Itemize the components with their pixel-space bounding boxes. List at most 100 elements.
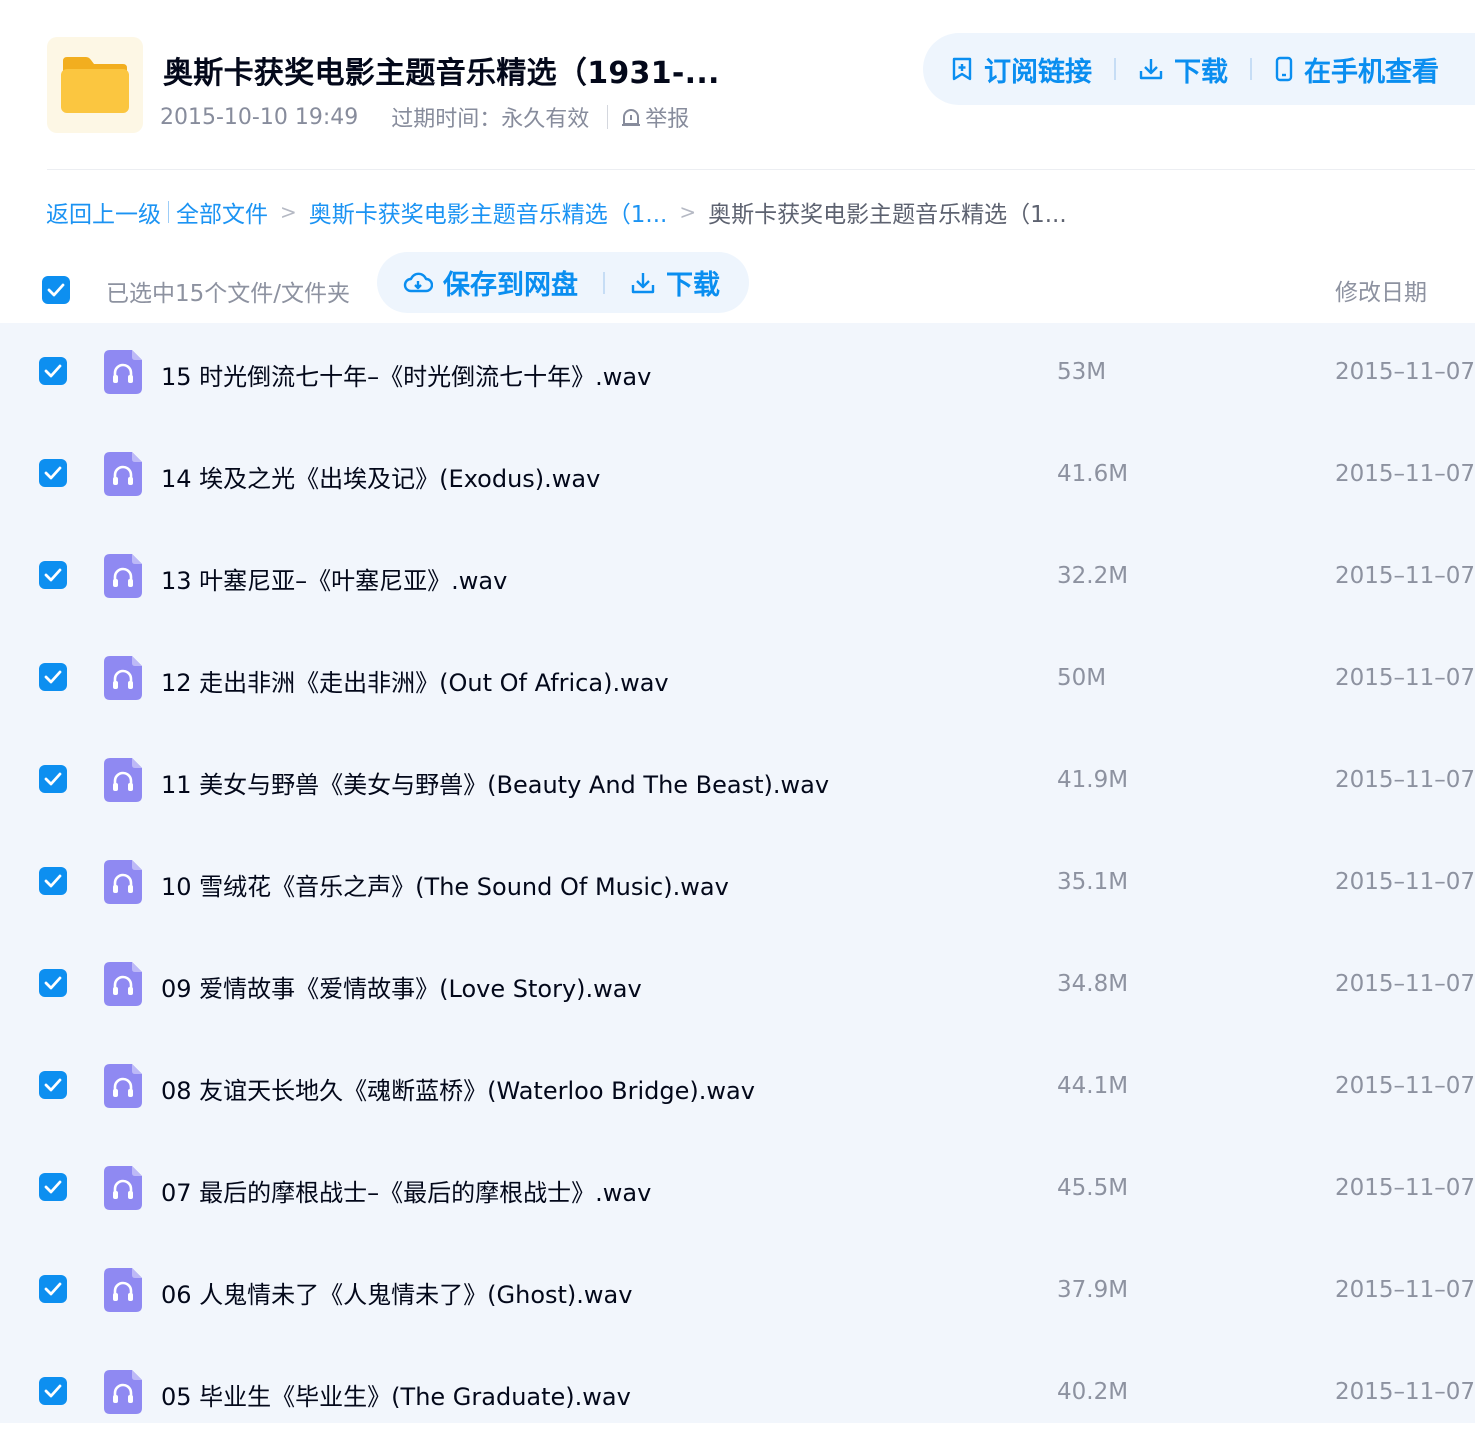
download-icon xyxy=(631,272,655,293)
headphones-icon xyxy=(104,1370,142,1414)
headphones-icon xyxy=(104,1064,142,1108)
headphones-icon xyxy=(104,758,142,802)
row-checkbox[interactable] xyxy=(39,663,67,691)
file-date: 2015–11–07 2 xyxy=(1335,1175,1475,1201)
file-row[interactable]: 13 叶塞尼亚–《叶塞尼亚》.wav 32.2M 2015–11–07 2 xyxy=(0,527,1475,629)
row-checkbox[interactable] xyxy=(39,357,67,385)
breadcrumb-separator-icon: > xyxy=(679,200,697,224)
file-row[interactable]: 14 埃及之光《出埃及记》(Exodus).wav 41.6M 2015–11–… xyxy=(0,425,1475,527)
file-row[interactable]: 05 毕业生《毕业生》(The Graduate).wav 40.2M 2015… xyxy=(0,1343,1475,1423)
file-name[interactable]: 08 友谊天长地久《魂断蓝桥》(Waterloo Bridge).wav xyxy=(161,1071,755,1106)
check-icon xyxy=(44,976,62,990)
file-date: 2015–11–07 2 xyxy=(1335,971,1475,997)
check-icon xyxy=(44,466,62,480)
report-link[interactable]: 举报 xyxy=(620,101,689,133)
file-name[interactable]: 12 走出非洲《走出非洲》(Out Of Africa).wav xyxy=(161,663,669,698)
breadcrumb-all-files-link[interactable]: 全部文件 xyxy=(176,195,268,229)
report-label: 举报 xyxy=(645,107,690,132)
file-row[interactable]: 10 雪绒花《音乐之声》(The Sound Of Music).wav 35.… xyxy=(0,833,1475,935)
file-size: 35.1M xyxy=(1057,869,1129,895)
row-checkbox[interactable] xyxy=(39,969,67,997)
row-checkbox[interactable] xyxy=(39,1071,67,1099)
check-icon xyxy=(44,364,62,378)
headphones-icon xyxy=(104,350,142,394)
file-row[interactable]: 07 最后的摩根战士–《最后的摩根战士》.wav 45.5M 2015–11–0… xyxy=(0,1139,1475,1241)
share-meta: 2015-10-10 19:49 过期时间：永久有效 举报 xyxy=(160,101,689,133)
row-checkbox[interactable] xyxy=(39,867,67,895)
breadcrumb: 返回上一级 全部文件 > 奥斯卡获奖电影主题音乐精选（1... > 奥斯卡获奖电… xyxy=(46,195,1067,229)
check-icon xyxy=(44,772,62,786)
download-all-button[interactable]: 下载 xyxy=(1138,50,1228,89)
file-date: 2015–11–07 2 xyxy=(1335,461,1475,487)
file-date: 2015–11–07 2 xyxy=(1335,1277,1475,1303)
headphones-icon xyxy=(104,656,142,700)
file-name[interactable]: 09 爱情故事《爱情故事》(Love Story).wav xyxy=(161,969,642,1004)
file-name[interactable]: 13 叶塞尼亚–《叶塞尼亚》.wav xyxy=(161,561,507,596)
file-name[interactable]: 14 埃及之光《出埃及记》(Exodus).wav xyxy=(161,459,600,494)
file-name[interactable]: 15 时光倒流七十年–《时光倒流七十年》.wav xyxy=(161,357,651,392)
file-row[interactable]: 11 美女与野兽《美女与野兽》(Beauty And The Beast).wa… xyxy=(0,731,1475,833)
headphones-icon xyxy=(104,452,142,496)
file-size: 41.6M xyxy=(1057,461,1129,487)
check-icon xyxy=(44,568,62,582)
file-row[interactable]: 08 友谊天长地久《魂断蓝桥》(Waterloo Bridge).wav 44.… xyxy=(0,1037,1475,1139)
subscribe-button[interactable]: 订阅链接 xyxy=(950,50,1092,89)
check-icon xyxy=(44,1384,62,1398)
mobile-icon xyxy=(1275,56,1293,82)
cloud-save-icon xyxy=(403,272,433,292)
file-name[interactable]: 07 最后的摩根战士–《最后的摩根战士》.wav xyxy=(161,1173,651,1208)
selection-count: 已选中15个文件/文件夹 xyxy=(106,281,351,307)
breadcrumb-separator-icon: > xyxy=(280,200,297,224)
meta-divider xyxy=(607,105,609,129)
save-to-cloud-button[interactable]: 保存到网盘 xyxy=(403,263,578,302)
file-size: 44.1M xyxy=(1057,1073,1129,1099)
file-row[interactable]: 15 时光倒流七十年–《时光倒流七十年》.wav 53M 2015–11–07 … xyxy=(0,323,1475,425)
file-name[interactable]: 11 美女与野兽《美女与野兽》(Beauty And The Beast).wa… xyxy=(161,765,829,800)
file-date: 2015–11–07 2 xyxy=(1335,767,1475,793)
check-icon xyxy=(44,670,62,684)
subscribe-label: 订阅链接 xyxy=(984,56,1092,88)
report-icon xyxy=(622,109,641,126)
file-size: 41.9M xyxy=(1057,767,1129,793)
action-divider xyxy=(1250,58,1252,80)
row-checkbox[interactable] xyxy=(39,1377,67,1405)
file-date: 2015–11–07 2 xyxy=(1335,359,1475,385)
breadcrumb-divider xyxy=(168,201,169,223)
share-action-bar: 订阅链接 下载 在手机查看 xyxy=(923,33,1475,105)
row-checkbox[interactable] xyxy=(39,459,67,487)
save-label: 保存到网盘 xyxy=(443,270,578,301)
file-date: 2015–11–07 2 xyxy=(1335,1073,1475,1099)
download-selected-button[interactable]: 下载 xyxy=(630,263,720,302)
file-name[interactable]: 10 雪绒花《音乐之声》(The Sound Of Music).wav xyxy=(161,867,729,902)
check-icon xyxy=(44,1180,62,1194)
breadcrumb-back-link[interactable]: 返回上一级 xyxy=(46,195,161,229)
breadcrumb-current: 奥斯卡获奖电影主题音乐精选（1... xyxy=(708,202,1067,228)
row-checkbox[interactable] xyxy=(39,765,67,793)
file-date: 2015–11–07 2 xyxy=(1335,869,1475,895)
file-list: 15 时光倒流七十年–《时光倒流七十年》.wav 53M 2015–11–07 … xyxy=(0,323,1475,1423)
file-row[interactable]: 06 人鬼情未了《人鬼情未了》(Ghost).wav 37.9M 2015–11… xyxy=(0,1241,1475,1343)
row-checkbox[interactable] xyxy=(39,1275,67,1303)
file-row[interactable]: 09 爱情故事《爱情故事》(Love Story).wav 34.8M 2015… xyxy=(0,935,1475,1037)
selection-actions: 保存到网盘 下载 xyxy=(377,252,749,313)
header-divider xyxy=(47,169,1475,170)
file-size: 45.5M xyxy=(1057,1175,1129,1201)
breadcrumb-folder-link[interactable]: 奥斯卡获奖电影主题音乐精选（1... xyxy=(309,195,668,229)
file-row[interactable]: 12 走出非洲《走出非洲》(Out Of Africa).wav 50M 201… xyxy=(0,629,1475,731)
file-size: 32.2M xyxy=(1057,563,1129,589)
expire-text: 过期时间：永久有效 xyxy=(391,107,590,132)
view-on-mobile-button[interactable]: 在手机查看 xyxy=(1274,50,1439,89)
download-icon xyxy=(1139,59,1163,80)
date-column-header[interactable]: 修改日期 xyxy=(1335,273,1427,307)
row-checkbox[interactable] xyxy=(39,1173,67,1201)
headphones-icon xyxy=(104,1166,142,1210)
file-size: 37.9M xyxy=(1057,1277,1129,1303)
check-icon xyxy=(44,1078,62,1092)
check-icon xyxy=(47,283,65,297)
folder-icon xyxy=(61,57,129,113)
file-name[interactable]: 05 毕业生《毕业生》(The Graduate).wav xyxy=(161,1377,631,1412)
select-all-checkbox[interactable] xyxy=(42,276,70,304)
file-name[interactable]: 06 人鬼情未了《人鬼情未了》(Ghost).wav xyxy=(161,1275,632,1310)
share-date: 2015-10-10 19:49 xyxy=(160,104,359,130)
row-checkbox[interactable] xyxy=(39,561,67,589)
